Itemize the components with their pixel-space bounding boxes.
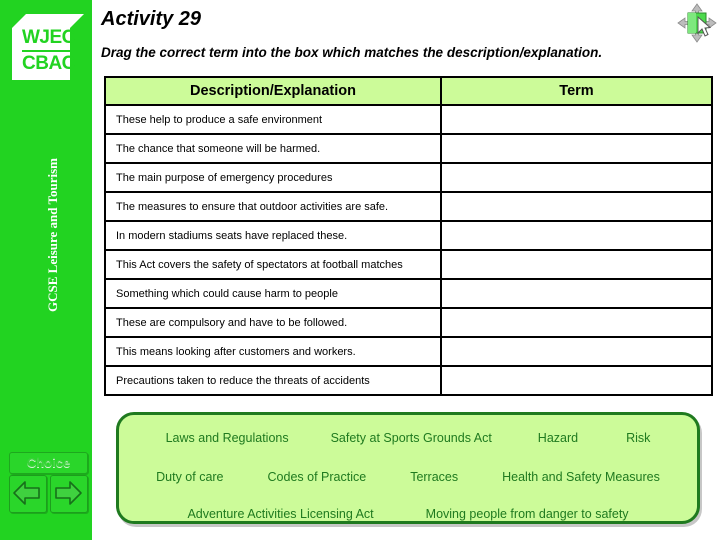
page-title: Activity 29 [101,8,202,30]
term-drop-zone[interactable] [440,336,713,367]
draggable-term[interactable]: Hazard [538,431,578,445]
description-cell: The chance that someone will be harmed. [104,133,442,164]
term-drop-zone[interactable] [440,133,713,164]
term-drop-zone[interactable] [440,249,713,280]
choice-row: Laws and Regulations Safety at Sports Gr… [119,431,697,445]
table-row: The chance that someone will be harmed. [104,133,713,164]
table-row: In modern stadiums seats have replaced t… [104,220,713,251]
term-drop-zone[interactable] [440,307,713,338]
table-header-row: Description/Explanation Term [104,76,713,106]
logo-text-cbac: CBAC [22,53,75,74]
logo-text-wjec: WJEC [22,27,75,48]
description-cell: This Act covers the safety of spectators… [104,249,442,280]
draggable-term[interactable]: Duty of care [156,470,223,484]
term-drop-zone[interactable] [440,365,713,396]
right-arrow-icon [55,481,82,505]
previous-slide-button[interactable] [9,475,47,513]
logo-divider [22,50,78,52]
table-row: These are compulsory and have to be foll… [104,307,713,338]
table-row: The main purpose of emergency procedures [104,162,713,193]
choice-pool: Laws and Regulations Safety at Sports Gr… [116,412,700,524]
table-row: The measures to ensure that outdoor acti… [104,191,713,222]
table-row: Something which could cause harm to peop… [104,278,713,309]
term-drop-zone[interactable] [440,220,713,251]
next-slide-button[interactable] [50,475,88,513]
column-header-description: Description/Explanation [104,76,442,106]
table-row: This means looking after customers and w… [104,336,713,367]
draggable-term[interactable]: Terraces [410,470,458,484]
description-cell: These are compulsory and have to be foll… [104,307,442,338]
description-cell: Precautions taken to reduce the threats … [104,365,442,396]
draggable-term[interactable]: Safety at Sports Grounds Act [331,431,492,445]
draggable-term[interactable]: Risk [626,431,650,445]
table-row: Precautions taken to reduce the threats … [104,365,713,396]
draggable-term[interactable]: Codes of Practice [268,470,367,484]
term-drop-zone[interactable] [440,278,713,309]
column-header-term: Term [440,76,713,106]
description-cell: The measures to ensure that outdoor acti… [104,191,442,222]
draggable-term[interactable]: Laws and Regulations [166,431,289,445]
description-cell: Something which could cause harm to peop… [104,278,442,309]
description-cell: In modern stadiums seats have replaced t… [104,220,442,251]
table-row: These help to produce a safe environment [104,104,713,135]
sidebar: WJEC CBAC GCSE Leisure and Tourism Choic… [0,0,92,540]
matching-table: Description/Explanation Term These help … [104,76,713,396]
choice-row: Duty of care Codes of Practice Terraces … [119,470,697,484]
drag-move-icon [677,3,717,43]
description-cell: This means looking after customers and w… [104,336,442,367]
choice-button[interactable]: Choice [9,452,88,474]
draggable-term[interactable]: Health and Safety Measures [502,470,660,484]
description-cell: The main purpose of emergency procedures [104,162,442,193]
description-cell: These help to produce a safe environment [104,104,442,135]
term-drop-zone[interactable] [440,162,713,193]
table-row: This Act covers the safety of spectators… [104,249,713,280]
course-label: GCSE Leisure and Tourism [45,157,60,312]
draggable-term[interactable]: Moving people from danger to safety [426,507,629,521]
term-drop-zone[interactable] [440,104,713,135]
draggable-term[interactable]: Adventure Activities Licensing Act [187,507,373,521]
wjec-cbac-logo: WJEC CBAC [0,0,92,92]
term-drop-zone[interactable] [440,191,713,222]
instruction-text: Drag the correct term into the box which… [101,45,603,60]
choice-row: Adventure Activities Licensing Act Movin… [119,507,697,521]
left-arrow-icon [13,481,40,505]
